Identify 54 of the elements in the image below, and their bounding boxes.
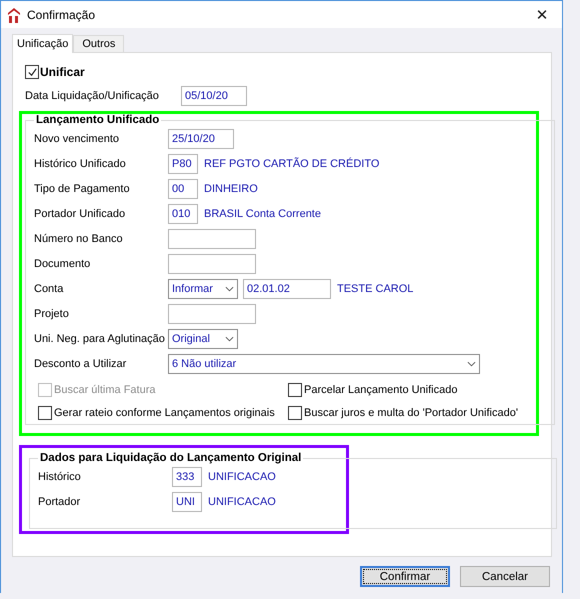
code-description: REF PGTO CARTÃO DE CRÉDITO [204,158,380,170]
dialog-button[interactable]: Confirmar [360,566,450,587]
field-label: Projeto [34,308,70,320]
account-description: TESTE CAROL [337,282,414,294]
code-description: DINHEIRO [204,182,258,194]
field-label: Portador [38,496,82,508]
field-label: Conta [34,282,64,294]
field-label: Histórico [38,470,82,482]
dialog-button[interactable]: Cancelar [460,566,550,587]
checkbox-label: Unificar [40,65,85,79]
text-field[interactable] [168,228,256,248]
field-label: Histórico Unificado [34,158,127,170]
field-label: Novo vencimento [34,132,120,144]
code-description: BRASIL Conta Corrente [204,208,321,220]
checkbox[interactable] [288,383,302,397]
text-field[interactable] [168,304,256,324]
checkbox-label: Gerar rateio conforme Lançamentos originais [54,407,275,419]
tab[interactable]: Unificação [12,34,74,53]
dropdown[interactable]: Original [168,328,238,348]
dropdown[interactable]: Informar [168,278,238,298]
date-field[interactable]: 05/10/20 [181,86,247,106]
code-field[interactable]: P80 [168,154,198,174]
date-field[interactable]: 25/10/20 [168,128,234,148]
code-field[interactable]: 333 [172,466,202,486]
field-label: Desconto a Utilizar [34,358,128,370]
close-button[interactable]: ✕ [522,1,562,28]
tab[interactable]: Outros [73,35,124,52]
text-field[interactable] [168,254,256,274]
code-field[interactable]: UNI [172,492,202,512]
checkbox-label: Parcelar Lançamento Unificado [304,384,458,396]
group-title: Lançamento Unificado [35,114,160,126]
group-title: Dados para Liquidação do Lançamento Original [39,452,302,464]
checkbox[interactable] [38,406,52,420]
field-label: Documento [34,258,92,270]
field-label: Número no Banco [34,232,124,244]
app-logo-icon [7,6,21,22]
chevron-down-icon [225,286,234,292]
dropdown[interactable]: 6 Não utilizar [168,354,480,374]
checkbox-label: Buscar última Fatura [54,384,156,396]
field-label: Portador Unificado [34,208,126,220]
code-description: UNIFICACAO [208,470,276,482]
code-field[interactable]: 010 [168,204,198,224]
window-title: Confirmação [27,8,96,22]
code-field[interactable]: 00 [168,178,198,198]
chevron-down-icon [467,360,476,366]
checkbox[interactable] [25,65,39,79]
chevron-down-icon [225,336,234,342]
checkbox-label: Buscar juros e multa do 'Portador Unificado' [304,407,518,419]
code-description: UNIFICACAO [208,496,276,508]
checkbox[interactable] [288,406,302,420]
field-label: Uni. Neg. para Aglutinação [34,332,166,344]
field-label: Data Liquidação/Unificação [25,90,160,102]
field-label: Tipo de Pagamento [34,182,131,194]
account-field[interactable]: 02.01.02 [243,278,331,298]
